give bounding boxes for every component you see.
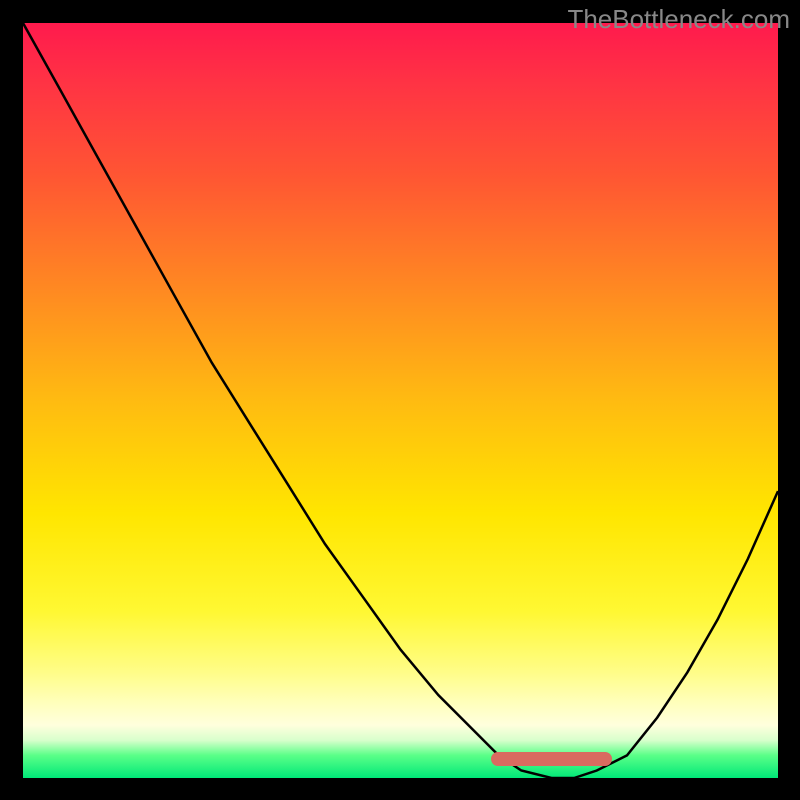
optimal-zone-marker (491, 752, 612, 766)
watermark-text: TheBottleneck.com (567, 4, 790, 35)
bottleneck-curve (23, 23, 778, 778)
